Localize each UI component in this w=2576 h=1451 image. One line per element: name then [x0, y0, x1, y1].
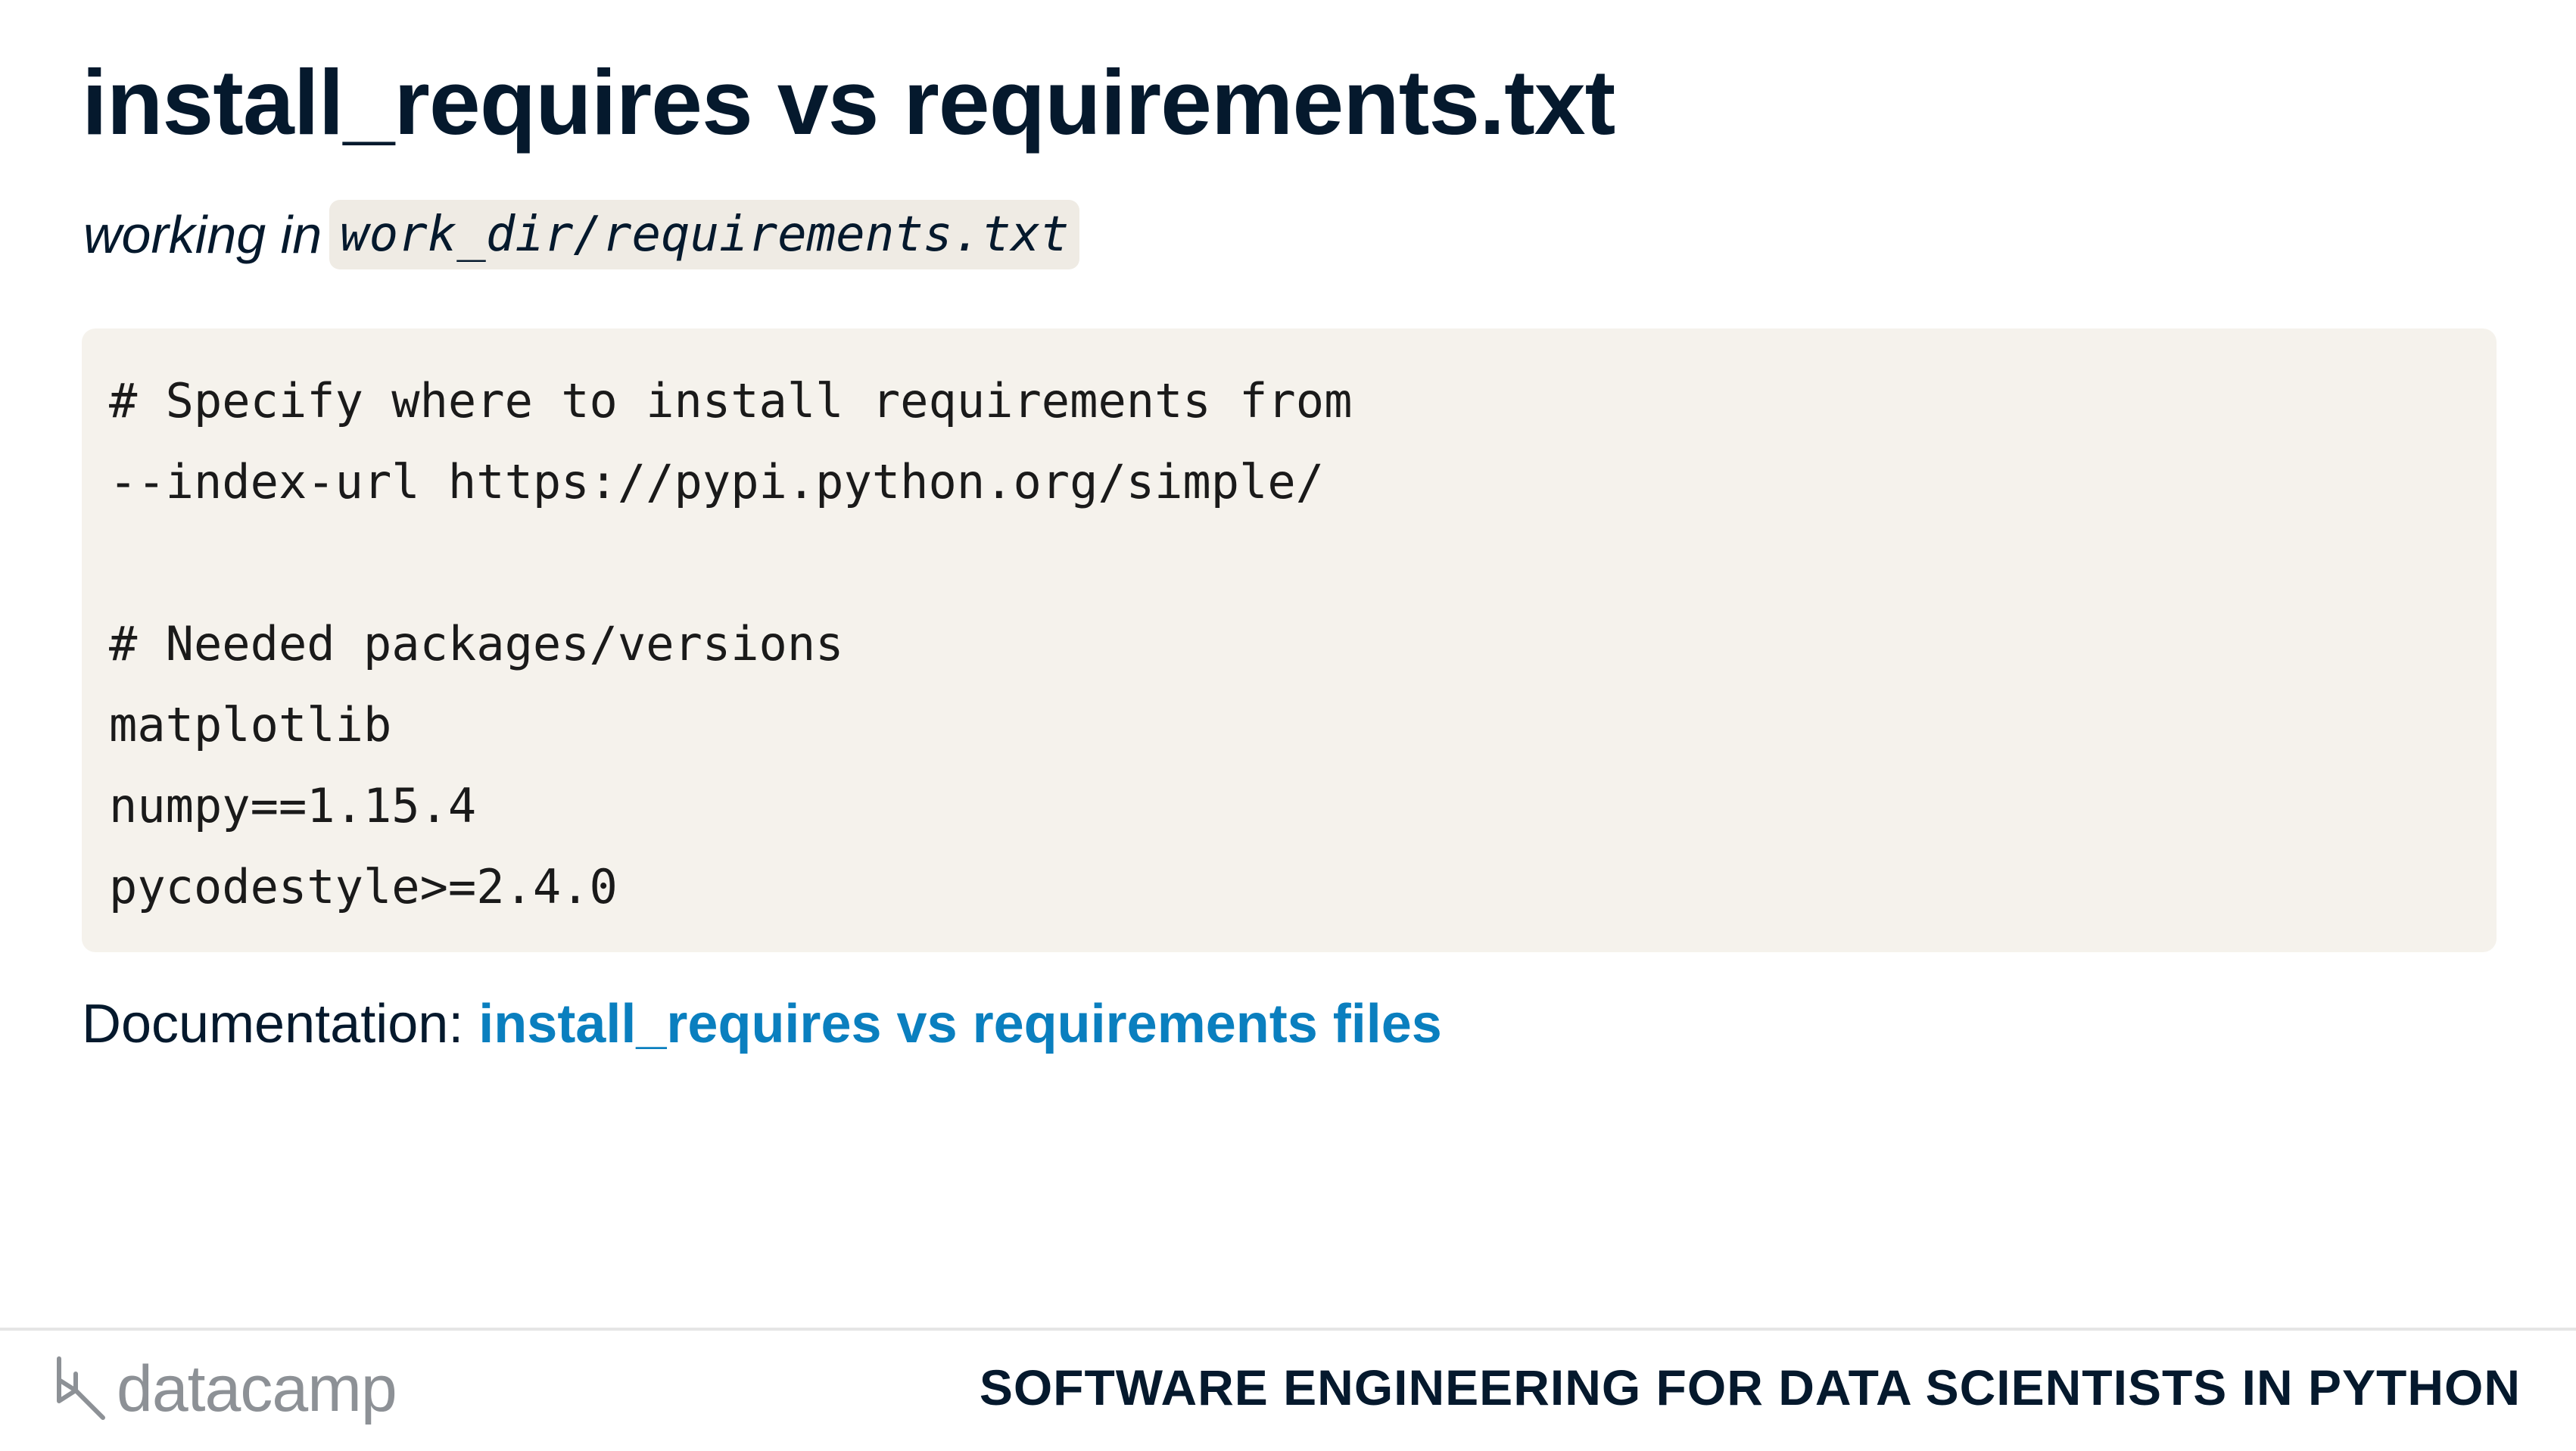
code-line-comment-packages: # Needed packages/versions [109, 616, 844, 671]
datacamp-logo: datacamp [53, 1347, 397, 1431]
datacamp-logo-icon [57, 1356, 105, 1420]
logo-wordmark: datacamp [117, 1353, 397, 1425]
code-line-comment-source: # Specify where to install requirements … [109, 373, 1353, 428]
code-line-index-url: --index-url https://pypi.python.org/simp… [109, 454, 1325, 509]
code-line-numpy: numpy==1.15.4 [109, 778, 477, 833]
footer-divider [0, 1328, 2576, 1331]
documentation-line: Documentation: install_requires vs requi… [82, 992, 1442, 1057]
code-line-pycodestyle: pycodestyle>=2.4.0 [109, 859, 618, 914]
code-line-matplotlib: matplotlib [109, 697, 392, 752]
subtitle-prefix: working in [83, 205, 322, 264]
code-block: # Specify where to install requirements … [82, 328, 2497, 952]
documentation-label: Documentation: [82, 994, 464, 1054]
subtitle-file-path: work_dir/requirements.txt [329, 199, 1080, 270]
slide-title: install_requires vs requirements.txt [82, 51, 1615, 154]
documentation-link[interactable]: install_requires vs requirements files [478, 994, 1442, 1054]
course-name: SOFTWARE ENGINEERING FOR DATA SCIENTISTS… [979, 1359, 2521, 1415]
slide-subtitle: working in work_dir/requirements.txt [83, 198, 1080, 271]
